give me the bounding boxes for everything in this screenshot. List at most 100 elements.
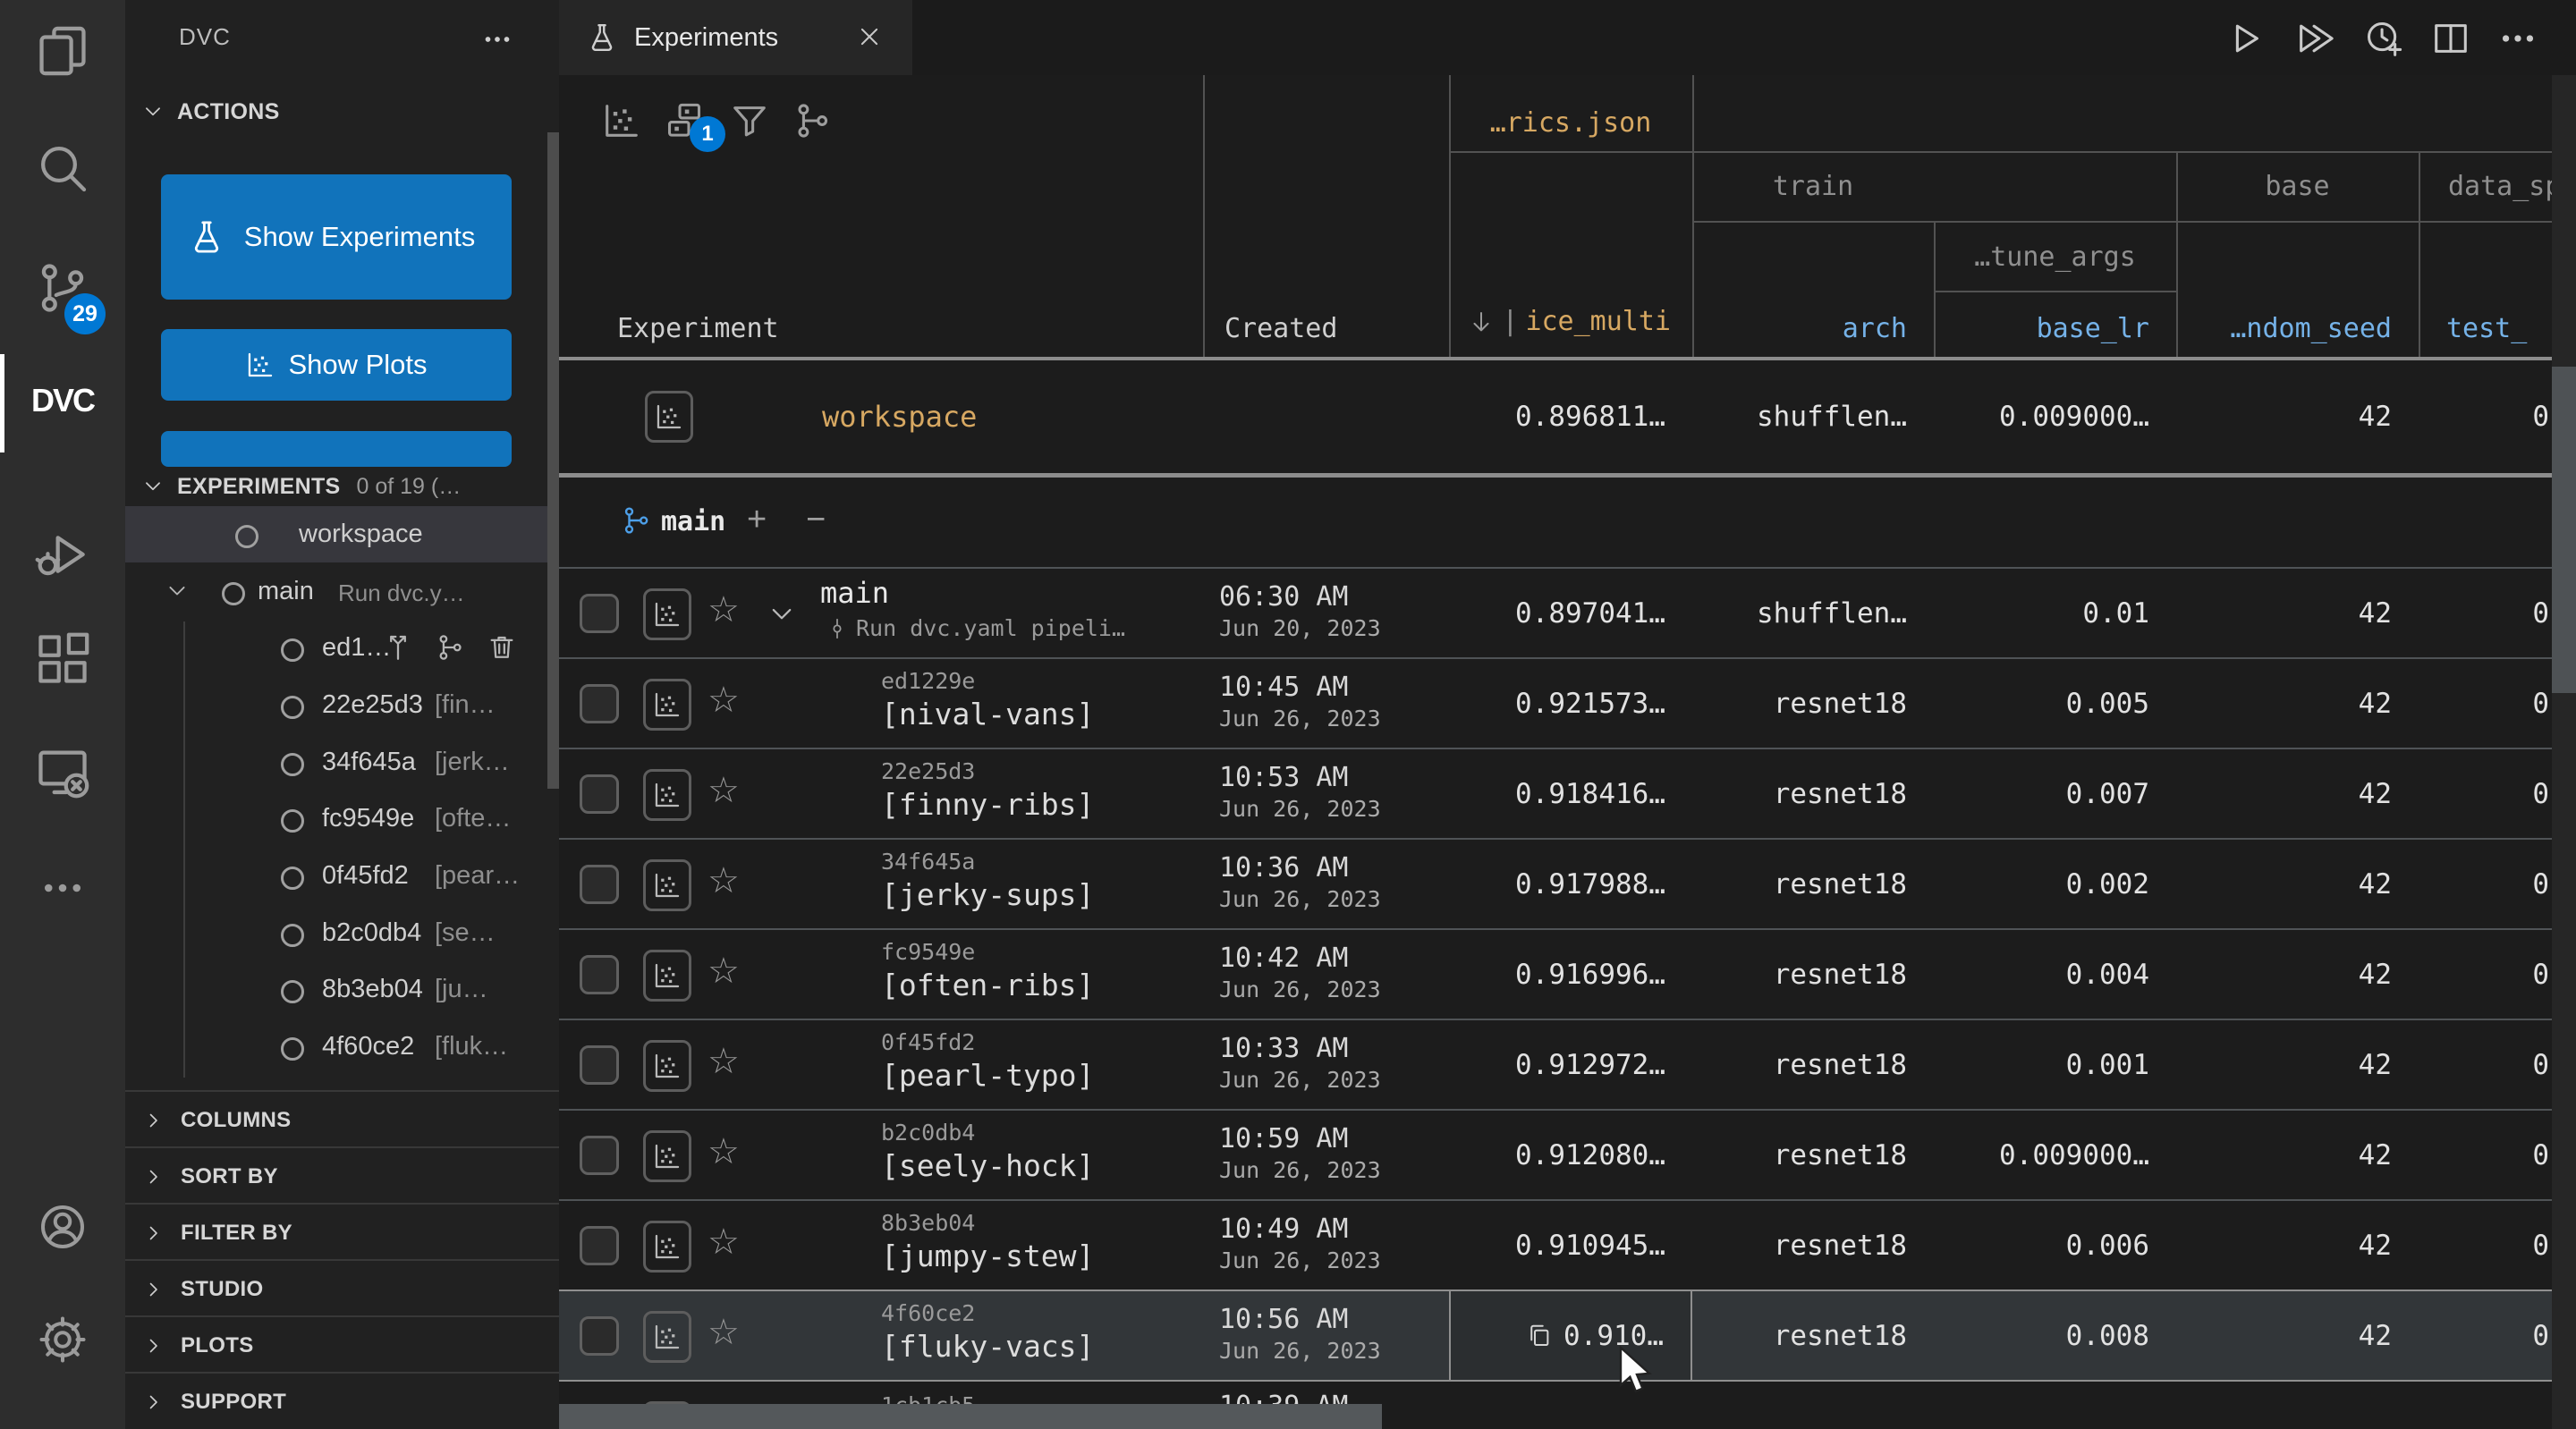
cell-metric[interactable]: 0.921573… <box>1449 659 1692 748</box>
row-checkbox[interactable] <box>580 684 619 723</box>
cell-base_lr[interactable]: 0.001 <box>1934 1020 2176 1109</box>
chevron-down-icon[interactable] <box>767 599 797 630</box>
sidebar-section-plots[interactable]: PLOTS <box>125 1315 559 1374</box>
activity-bar-item-account[interactable] <box>0 1182 125 1272</box>
activity-bar-item-settings[interactable] <box>0 1295 125 1384</box>
activity-bar-item-source-control[interactable]: 29 <box>0 243 125 334</box>
cell-base_lr[interactable]: 0.002 <box>1934 840 2176 928</box>
open-plots-button[interactable] <box>643 1221 691 1273</box>
activity-bar-item-explorer[interactable] <box>0 6 125 96</box>
sidebar-section-support[interactable]: SUPPORT <box>125 1372 559 1429</box>
cell-base_lr[interactable]: 0.005 <box>1934 659 2176 748</box>
cell-metric[interactable]: 0.912080… <box>1449 1111 1692 1199</box>
activity-bar-item-dvc[interactable]: DVC <box>0 356 125 445</box>
cell-metric[interactable]: 0.918416… <box>1449 749 1692 838</box>
open-plots-button[interactable] <box>643 679 691 731</box>
star-icon[interactable]: ☆ <box>708 863 740 899</box>
star-icon[interactable]: ☆ <box>708 773 740 808</box>
table-row-fc9549e[interactable]: ☆ fc9549e [often-ribs] 10:42 AM Jun 26, 2023… <box>559 928 2576 1019</box>
table-row-22e25d3[interactable]: ☆ 22e25d3 [finny-ribs] 10:53 AM Jun 26, 2023… <box>559 748 2576 838</box>
cell-base_lr[interactable]: 0.009000… <box>1934 1111 2176 1199</box>
cell-seed[interactable]: 42 <box>2176 569 2419 657</box>
star-icon[interactable]: ☆ <box>708 1134 740 1170</box>
star-icon[interactable]: ☆ <box>708 953 740 989</box>
chevron-right-icon <box>149 1170 157 1183</box>
horizontal-scrollbar[interactable] <box>559 1404 1382 1429</box>
table-row-b2c0db4[interactable]: ☆ b2c0db4 [seely-hock] 10:59 AM Jun 26, 2023… <box>559 1109 2576 1199</box>
activity-bar-item-more[interactable] <box>0 843 125 933</box>
cell-base_lr[interactable]: 0.008 <box>1934 1291 2176 1380</box>
table-row-0f45fd2[interactable]: ☆ 0f45fd2 [pearl-typo] 10:33 AM Jun 26, 2023… <box>559 1019 2576 1109</box>
cell-metric[interactable]: 0.917988… <box>1449 840 1692 928</box>
cell-arch[interactable]: resnet18 <box>1692 1291 1934 1380</box>
open-plots-button[interactable] <box>643 1130 691 1182</box>
branch-head-label: main <box>820 576 890 610</box>
activity-bar-item-remote-explorer[interactable] <box>0 727 125 816</box>
table-row-8b3eb04[interactable]: ☆ 8b3eb04 [jumpy-stew] 10:49 AM Jun 26, 2023… <box>559 1199 2576 1289</box>
row-checkbox[interactable] <box>580 1136 619 1175</box>
vertical-scrollbar-thumb[interactable] <box>2552 367 2576 693</box>
vertical-scrollbar-track[interactable] <box>2552 75 2576 1429</box>
sidebar-section-filter-by[interactable]: FILTER BY <box>125 1203 559 1261</box>
row-checkbox[interactable] <box>580 1226 619 1265</box>
activity-bar-item-run-and-debug[interactable] <box>0 510 125 599</box>
table-row-ed1229e[interactable]: ☆ ed1229e [nival-vans] 10:45 AM Jun 26, 2023… <box>559 657 2576 748</box>
cell-metric[interactable]: 0.912972… <box>1449 1020 1692 1109</box>
activity-bar-item-search[interactable] <box>0 123 125 213</box>
cell-base_lr[interactable]: 0.007 <box>1934 749 2176 838</box>
row-checkbox[interactable] <box>580 594 619 633</box>
cell-arch[interactable]: shufflen… <box>1692 569 1934 657</box>
experiment-name: [often-ribs] <box>881 968 1095 1002</box>
open-plots-button[interactable] <box>643 1040 691 1092</box>
cell-seed[interactable]: 42 <box>2176 1201 2419 1289</box>
star-icon[interactable]: ☆ <box>708 592 740 628</box>
settings-icon <box>39 1316 86 1363</box>
vscode-window: 29 DVC DVC ACTIONS Show Experiments Show … <box>0 0 2576 1429</box>
open-plots-button[interactable] <box>643 859 691 911</box>
row-checkbox[interactable] <box>580 865 619 904</box>
table-row-main[interactable]: ☆ main Run dvc.yaml pipeli… 06:30 AM Jun 20,… <box>559 567 2576 657</box>
cell-base_lr[interactable]: 0.004 <box>1934 930 2176 1019</box>
table-row-34f645a[interactable]: ☆ 34f645a [jerky-sups] 10:36 AM Jun 26, 2023… <box>559 838 2576 928</box>
row-checkbox[interactable] <box>580 774 619 814</box>
cell-arch[interactable]: resnet18 <box>1692 749 1934 838</box>
cell-seed[interactable]: 42 <box>2176 1020 2419 1109</box>
cell-metric[interactable]: 0.916996… <box>1449 930 1692 1019</box>
activity-bar-item-extensions[interactable] <box>0 614 125 704</box>
open-plots-button[interactable] <box>643 1311 691 1363</box>
star-icon[interactable]: ☆ <box>708 1224 740 1260</box>
experiment-name: [finny-ribs] <box>881 787 1095 822</box>
cell-base_lr[interactable]: 0.01 <box>1934 569 2176 657</box>
cell-seed[interactable]: 42 <box>2176 840 2419 928</box>
row-checkbox[interactable] <box>580 1045 619 1085</box>
table-row-4f60ce2[interactable]: ☆ 4f60ce2 [fluky-vacs] 10:56 AM Jun 26, 2023… <box>559 1289 2576 1380</box>
cell-arch[interactable]: resnet18 <box>1692 930 1934 1019</box>
cell-metric[interactable]: 0.910945… <box>1449 1201 1692 1289</box>
sidebar-section-sort-by[interactable]: SORT BY <box>125 1146 559 1205</box>
star-icon[interactable]: ☆ <box>708 682 740 718</box>
sidebar-section-studio[interactable]: STUDIO <box>125 1259 559 1317</box>
cell-seed[interactable]: 42 <box>2176 659 2419 748</box>
cell-seed[interactable]: 42 <box>2176 749 2419 838</box>
cell-arch[interactable]: resnet18 <box>1692 1111 1934 1199</box>
open-plots-button[interactable] <box>643 588 691 640</box>
sidebar-scrollbar[interactable] <box>547 132 559 789</box>
chevron-right-icon <box>143 1279 165 1300</box>
open-plots-button[interactable] <box>643 950 691 1002</box>
cell-arch[interactable]: resnet18 <box>1692 1201 1934 1289</box>
cell-base_lr[interactable]: 0.006 <box>1934 1201 2176 1289</box>
cell-arch[interactable]: resnet18 <box>1692 1020 1934 1109</box>
cell-metric[interactable]: 0.897041… <box>1449 569 1692 657</box>
cell-seed[interactable]: 42 <box>2176 1291 2419 1380</box>
row-checkbox[interactable] <box>580 1316 619 1356</box>
cell-arch[interactable]: resnet18 <box>1692 659 1934 748</box>
star-icon[interactable]: ☆ <box>708 1315 740 1350</box>
star-icon[interactable]: ☆ <box>708 1044 740 1079</box>
cell-seed[interactable]: 42 <box>2176 1111 2419 1199</box>
open-plots-button[interactable] <box>643 769 691 821</box>
sidebar-section-label: SUPPORT <box>181 1389 287 1414</box>
row-checkbox[interactable] <box>580 955 619 994</box>
cell-arch[interactable]: resnet18 <box>1692 840 1934 928</box>
cell-seed[interactable]: 42 <box>2176 930 2419 1019</box>
sidebar-section-columns[interactable]: COLUMNS <box>125 1090 559 1148</box>
